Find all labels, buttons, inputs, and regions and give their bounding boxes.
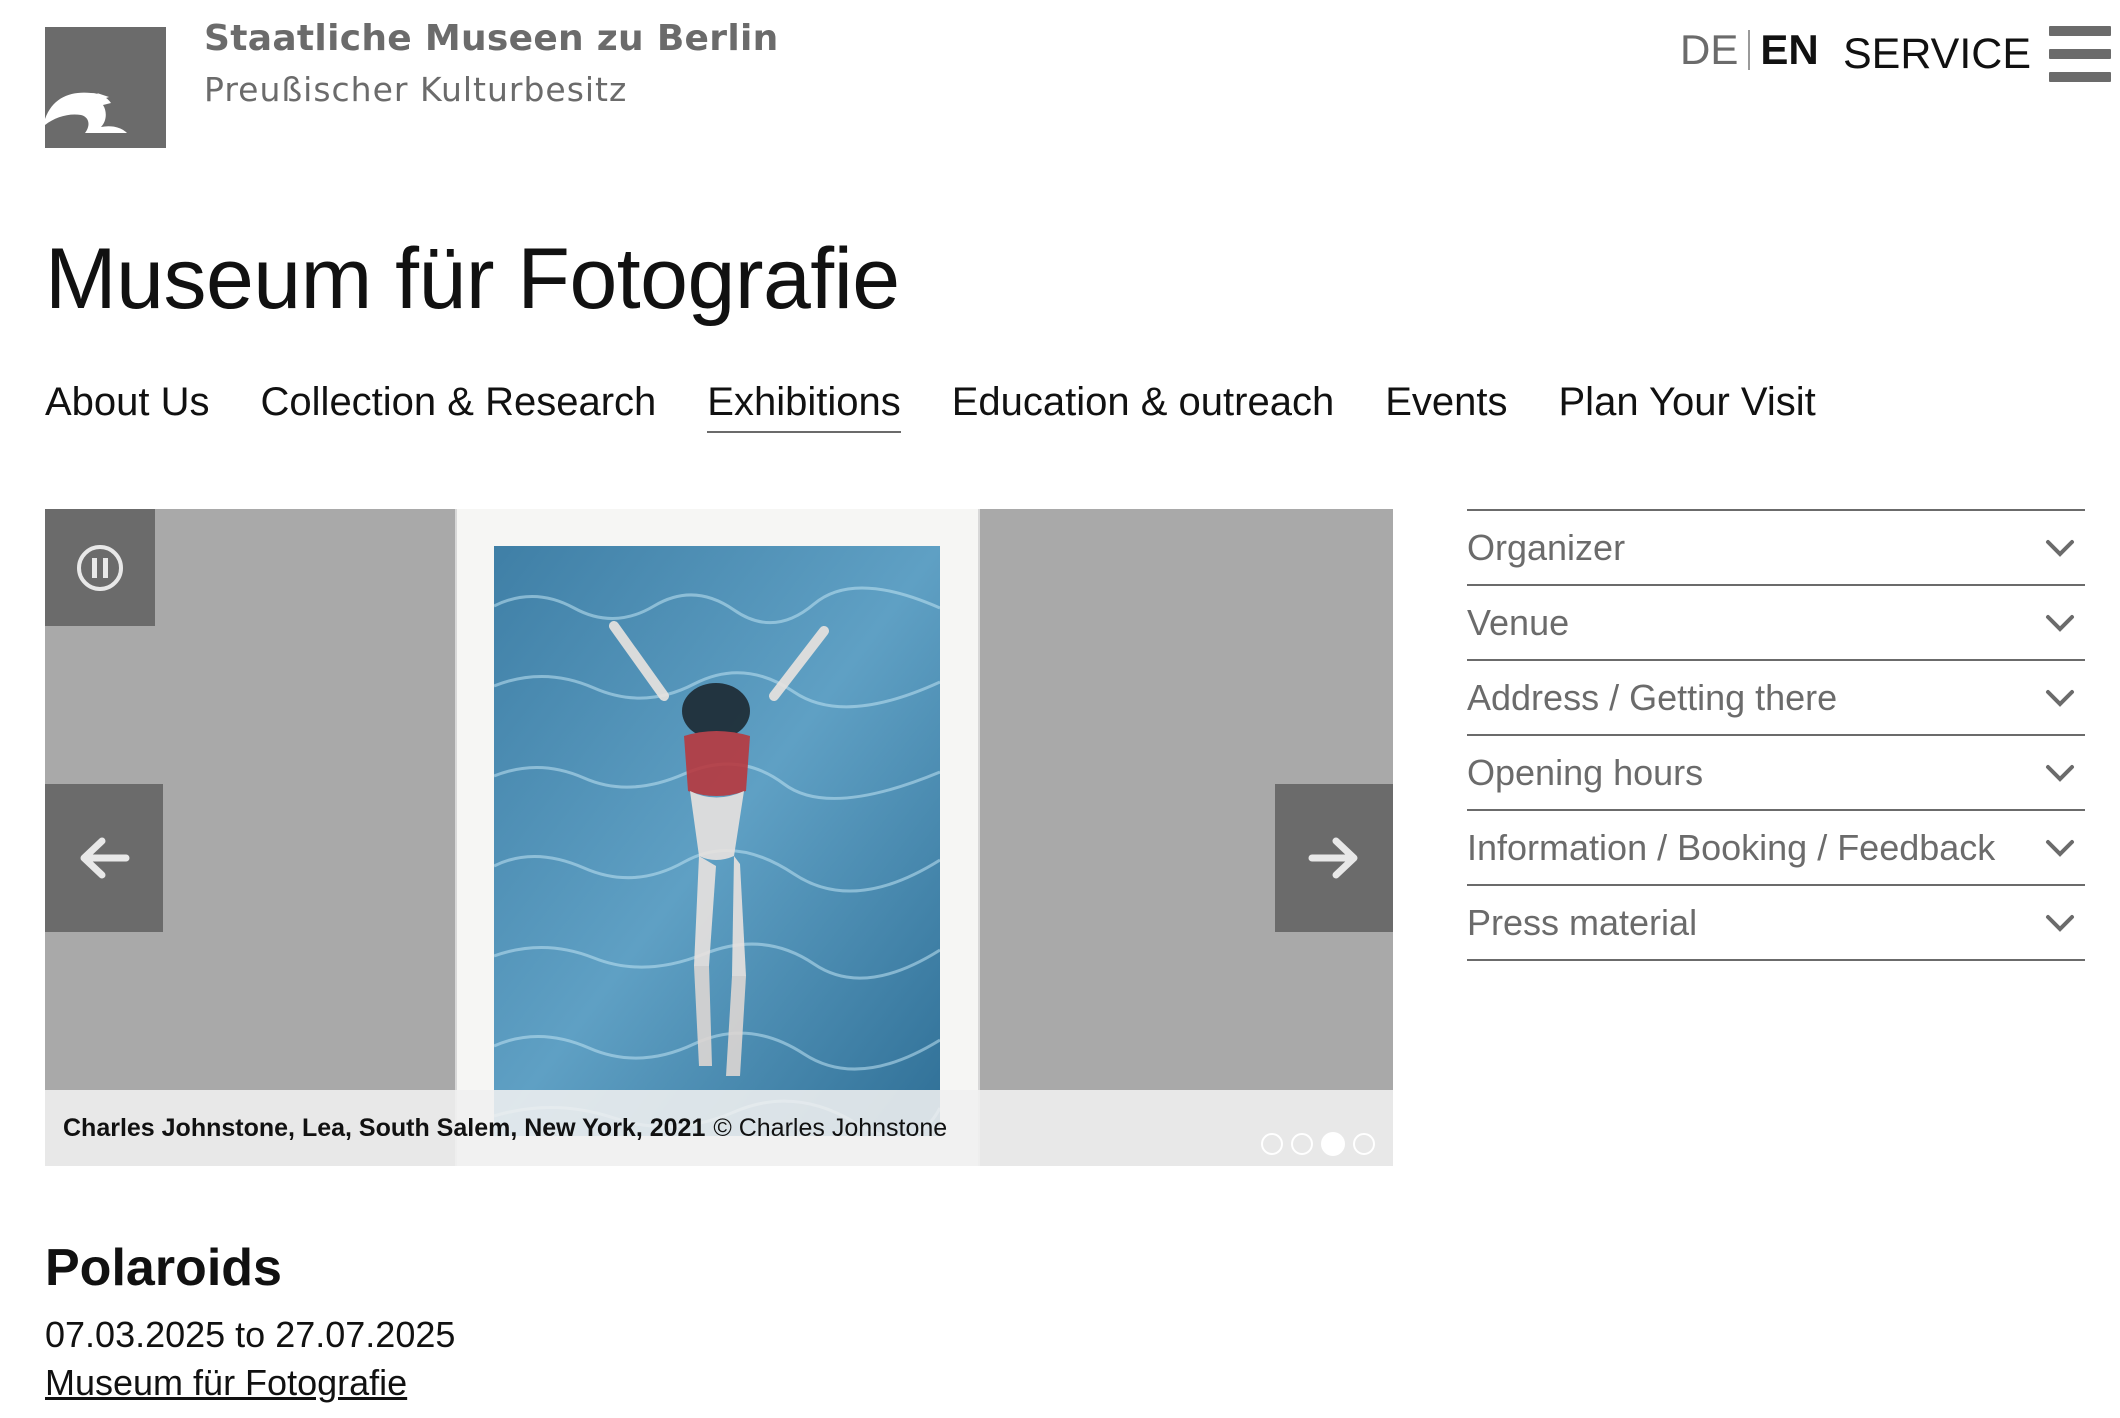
lang-de-link[interactable]: DE [1680, 26, 1738, 74]
slider-dot-4[interactable] [1353, 1133, 1375, 1155]
org-name: Staatliche Museen zu Berlin [204, 18, 779, 59]
slide-caption: Charles Johnstone, Lea, South Salem, New… [45, 1090, 1393, 1166]
slider-pagination [1261, 1132, 1375, 1156]
accordion-label: Opening hours [1467, 751, 1704, 793]
chevron-down-icon [2046, 914, 2074, 932]
slider-dot-1[interactable] [1261, 1133, 1283, 1155]
slider-dot-2[interactable] [1291, 1133, 1313, 1155]
nav-item-plan-your-visit[interactable]: Plan Your Visit [1559, 380, 1816, 433]
pause-icon [77, 544, 123, 591]
chevron-down-icon [2046, 614, 2074, 632]
accordion-item-information-booking[interactable]: Information / Booking / Feedback [1467, 811, 2085, 886]
service-label: SERVICE [1843, 29, 2031, 78]
slider-prev-button[interactable] [45, 784, 163, 932]
accordion-item-address[interactable]: Address / Getting there [1467, 661, 2085, 736]
arrow-right-icon [1308, 837, 1358, 879]
lang-divider [1748, 30, 1751, 70]
exhibition-venue-link[interactable]: Museum für Fotografie [45, 1362, 407, 1404]
service-menu-button[interactable]: SERVICE [1843, 26, 2111, 82]
chevron-down-icon [2046, 689, 2074, 707]
chevron-down-icon [2046, 764, 2074, 782]
nav-item-education-outreach[interactable]: Education & outreach [952, 380, 1334, 433]
accordion-item-venue[interactable]: Venue [1467, 586, 2085, 661]
image-slider: Charles Johnstone, Lea, South Salem, New… [45, 509, 1393, 1166]
lang-en-link[interactable]: EN [1760, 26, 1818, 74]
accordion-item-press-material[interactable]: Press material [1467, 886, 2085, 961]
exhibition-title: Polaroids [45, 1239, 282, 1297]
exhibition-dates: 07.03.2025 to 27.07.2025 [45, 1314, 456, 1355]
accordion-item-opening-hours[interactable]: Opening hours [1467, 736, 2085, 811]
accordion-label: Address / Getting there [1467, 676, 1838, 718]
nav-item-exhibitions[interactable]: Exhibitions [707, 380, 901, 433]
org-subtitle: Preußischer Kulturbesitz [204, 70, 628, 109]
chevron-down-icon [2046, 539, 2074, 557]
arrow-left-icon [80, 837, 130, 879]
smb-logo[interactable] [45, 27, 166, 148]
accordion-item-organizer[interactable]: Organizer [1467, 511, 2085, 586]
caption-credit: © Charles Johnstone [713, 1113, 948, 1142]
accordion-label: Organizer [1467, 526, 1626, 568]
slider-dot-3-active[interactable] [1321, 1132, 1345, 1156]
slider-pause-button[interactable] [45, 509, 155, 626]
page-title: Museum für Fotografie [45, 231, 900, 327]
info-accordion: Organizer Venue Address / Getting there … [1467, 509, 2085, 961]
nav-item-collection-research[interactable]: Collection & Research [261, 380, 657, 433]
nav-item-events[interactable]: Events [1385, 380, 1507, 433]
accordion-label: Venue [1467, 601, 1570, 643]
accordion-label: Press material [1467, 901, 1698, 943]
language-switcher: DE EN [1680, 26, 1819, 74]
main-nav: About Us Collection & Research Exhibitio… [45, 380, 1816, 433]
nav-item-about-us[interactable]: About Us [45, 380, 210, 433]
chevron-down-icon [2046, 839, 2074, 857]
slide-image [455, 509, 980, 1166]
slider-next-button[interactable] [1275, 784, 1393, 932]
hamburger-icon [2049, 26, 2111, 82]
accordion-label: Information / Booking / Feedback [1467, 826, 1996, 868]
caption-title: Charles Johnstone, Lea, South Salem, New… [63, 1113, 706, 1142]
